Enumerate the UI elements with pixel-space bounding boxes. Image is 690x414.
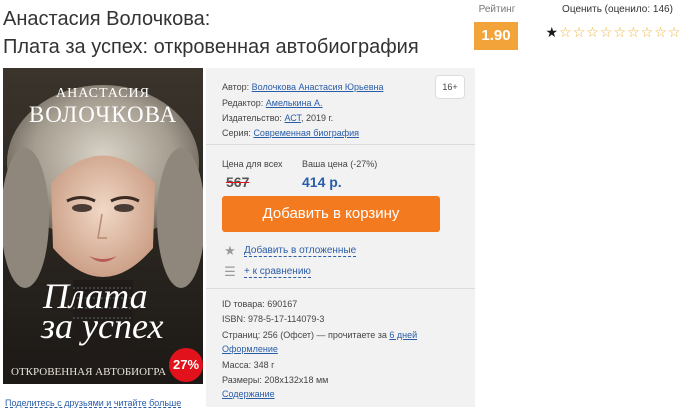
publisher-link[interactable]: АСТ (284, 113, 301, 123)
cover-author-first: АНАСТАСИЯ (55, 86, 151, 101)
design-link[interactable]: Оформление (222, 344, 278, 354)
author-row: Автор: Волочкова Анастасия Юрьевна (222, 82, 384, 92)
cover-title-line-2: за успех (41, 306, 164, 346)
contents-link[interactable]: Содержание (222, 389, 275, 399)
star-icon[interactable]: ☆ (627, 25, 641, 39)
publisher-label: Издательство: (222, 113, 282, 123)
star-icon[interactable]: ☆ (572, 25, 586, 39)
publish-year: , 2019 г. (300, 113, 334, 123)
star-icon[interactable]: ☆ (613, 25, 627, 39)
product-details: Автор: Волочкова Анастасия Юрьевна Редак… (206, 68, 475, 145)
pages-text: Страниц: 256 (Офсет) — прочитаете за (222, 330, 387, 340)
title-line-1: Анастасия Волочкова: (3, 8, 211, 30)
isbn-value: 978-5-17-114079-3 (248, 314, 325, 324)
list-icon: ☰ (224, 264, 236, 279)
share-link[interactable]: Поделитесь с друзьями и читайте больше (5, 398, 181, 408)
rate-label: Оценить (оценило: 146) (562, 4, 673, 15)
series-link[interactable]: Современная биография (253, 128, 359, 138)
star-icon: ★ (224, 243, 236, 258)
editor-label: Редактор: (222, 98, 264, 108)
star-icon[interactable]: ★ (545, 25, 559, 39)
age-rating-badge: 16+ (435, 75, 465, 99)
add-to-cart-button[interactable]: Добавить в корзину (222, 196, 440, 232)
contents-row: Содержание (222, 389, 275, 399)
size-row: Размеры: 208x132x18 мм (222, 375, 329, 385)
book-cover[interactable]: АНАСТАСИЯ ВОЛОЧКОВА Плата за успех ОТКРО… (3, 68, 203, 384)
editor-row: Редактор: Амелькина А. (222, 98, 323, 108)
compare-label: + к сравнению (244, 266, 311, 278)
add-to-wishlist[interactable]: ★ Добавить в отложенные (222, 243, 357, 258)
your-price: 414 р. (302, 174, 342, 190)
star-icon[interactable]: ☆ (640, 25, 654, 39)
old-price: 567 (226, 174, 250, 190)
rating-label: Рейтинг (478, 4, 516, 15)
pages-row: Страниц: 256 (Офсет) — прочитаете за 6 д… (222, 330, 417, 340)
rating-block: Рейтинг 1.90 (474, 4, 520, 50)
id-value: 690167 (267, 299, 298, 309)
price-your-label: Ваша цена (-27%) (302, 159, 378, 169)
publisher-row: Издательство: АСТ, 2019 г. (222, 113, 333, 123)
reading-time-link[interactable]: 6 дней (389, 330, 417, 340)
isbn-row: ISBN: 978-5-17-114079-3 (222, 314, 324, 324)
author-label: Автор: (222, 82, 250, 92)
isbn-label: ISBN: (222, 314, 246, 324)
mass-row: Масса: 348 г (222, 360, 275, 370)
star-icon[interactable]: ☆ (599, 25, 613, 39)
wishlist-label: Добавить в отложенные (244, 245, 357, 257)
divider (206, 288, 475, 289)
star-icon[interactable]: ☆ (559, 25, 573, 39)
id-row: ID товара: 690167 (222, 299, 297, 309)
star-icon[interactable]: ☆ (667, 25, 681, 39)
star-icon[interactable]: ☆ (654, 25, 668, 39)
discount-badge: 27% (169, 348, 203, 382)
rating-stars[interactable]: ★ ☆ ☆ ☆ ☆ ☆ ☆ ☆ ☆ ☆ (545, 22, 681, 42)
rating-value-badge: 1.90 (474, 22, 518, 50)
design-row: Оформление (222, 344, 278, 354)
product-info-panel: Автор: Волочкова Анастасия Юрьевна Редак… (206, 68, 475, 407)
cover-author-last: ВОЛОЧКОВА (28, 102, 178, 127)
star-icon[interactable]: ☆ (586, 25, 600, 39)
id-label: ID товара: (222, 299, 265, 309)
add-to-compare[interactable]: ☰ + к сравнению (222, 265, 311, 279)
author-link[interactable]: Волочкова Анастасия Юрьевна (252, 82, 384, 92)
series-row: Серия: Современная биография (222, 128, 359, 138)
title-line-2: Плата за успех: откровенная автобиографи… (3, 36, 419, 58)
editor-link[interactable]: Амелькина А. (266, 98, 323, 108)
price-all-label: Цена для всех (222, 159, 283, 169)
rate-block: Оценить (оценило: 146) ★ ☆ ☆ ☆ ☆ ☆ ☆ ☆ ☆ ☆ (545, 4, 690, 39)
series-label: Серия: (222, 128, 251, 138)
